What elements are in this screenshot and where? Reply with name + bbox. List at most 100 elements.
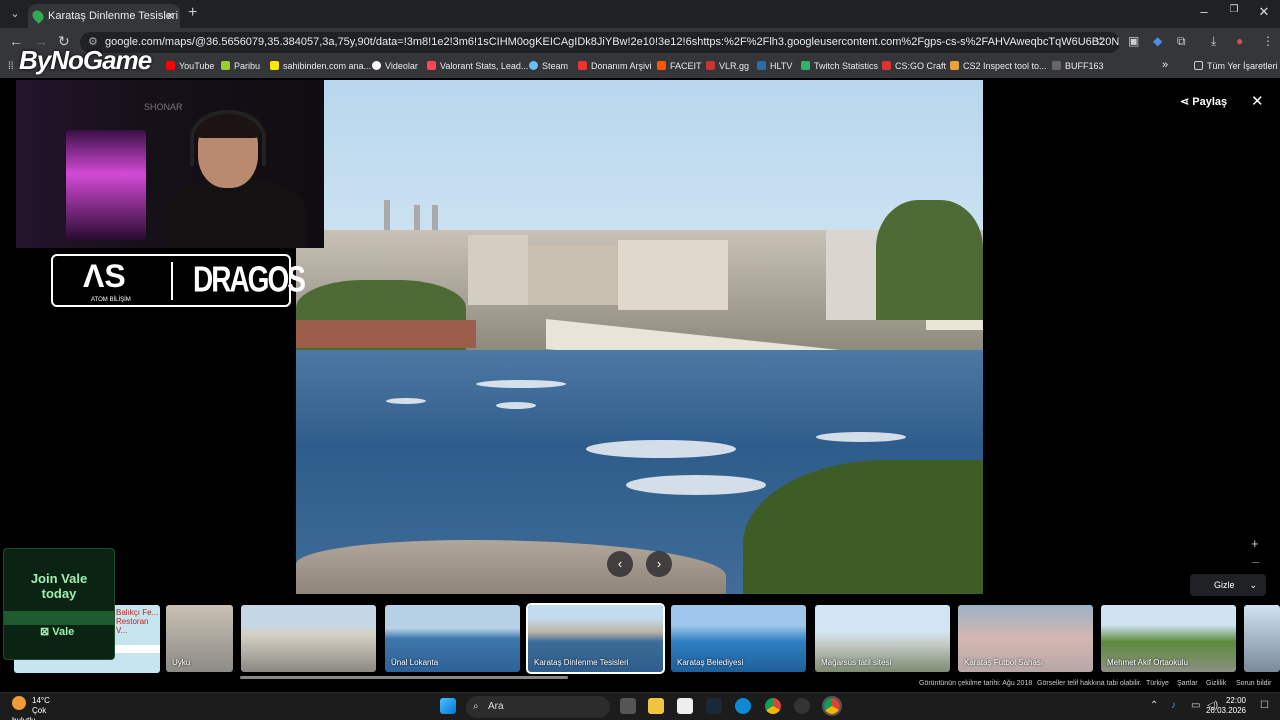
bookmark-videolar[interactable]: Videolar [372,61,418,71]
chrome-active-icon[interactable] [822,696,842,716]
window-close-button[interactable]: ✕ [1254,4,1274,20]
microphone-icon[interactable]: ♪ [1171,700,1176,711]
obs-icon[interactable] [794,698,810,714]
photo-thumbnail-selected[interactable]: Karataş Dinlenme Tesisleri [526,603,665,674]
store-icon[interactable] [677,698,693,714]
headset-icon [190,110,266,166]
tab-close-icon[interactable]: × [166,4,174,28]
menu-icon[interactable]: ⋮ [1262,34,1274,48]
file-explorer-icon[interactable] [648,698,664,714]
bookmark-steam[interactable]: Steam [529,61,568,71]
download-icon[interactable]: ⤓ [1211,34,1216,49]
url-text: google.com/maps/@36.5656079,35.384057,3a… [105,36,1120,48]
bookmark-youtube[interactable]: YouTube [166,61,214,71]
bookmark-paribu[interactable]: Paribu [221,61,260,71]
report-link[interactable]: Sorun bildir [1236,680,1271,687]
photo-thumbnail[interactable]: Mağarsus tatil sitesi [815,605,950,672]
vale-label: ⊠ Vale [40,626,75,638]
close-viewer-button[interactable]: ✕ [1251,92,1264,110]
all-bookmarks[interactable]: Tüm Yer İşaretleri [1194,61,1278,71]
edge-icon[interactable] [735,698,751,714]
task-view-icon[interactable] [620,698,636,714]
next-photo-button[interactable]: › [646,551,672,577]
sahibinden-icon [270,61,279,70]
extension-icon[interactable]: ▣ [1128,34,1139,48]
bookmark-cs2-inspect[interactable]: CS2 Inspect tool to... [950,61,1047,71]
chevron-down-icon: ⌄ [1249,580,1257,590]
weather-widget[interactable]: 14°C Çok bulutlu [12,696,52,720]
search-icon: ⌕ [473,701,479,712]
pc-case [66,130,146,240]
bookmark-star-icon[interactable]: ☆ [1095,34,1106,48]
folder-icon [1194,61,1203,70]
tab-strip: ⌄ Karataş Dinlenme Tesisleri - Go × + – … [0,0,1280,28]
bookmark-twitch-stats[interactable]: Twitch Statistics [801,61,878,71]
browser-toolbar: ← → ↻ ⚙ google.com/maps/@36.5656079,35.3… [0,28,1280,56]
apps-icon[interactable]: ⁞⁞ [8,61,14,72]
hltv-icon [757,61,766,70]
cs2-inspect-icon [950,61,959,70]
minimize-button[interactable]: – [1194,4,1214,19]
zoom-out-button[interactable]: – [1252,554,1259,569]
photo-thumbnail[interactable] [1244,605,1280,672]
bookmark-sahibinden[interactable]: sahibinden.com ana... [270,61,371,71]
profile-avatar-icon[interactable]: ● [1236,34,1243,48]
taskbar: 14°C Çok bulutlu ⌕ Ara ⌃ ♪ ▭ ◁) 22:00 26… [0,692,1280,720]
hide-thumbnails-button[interactable]: Gizle ⌄ [1190,574,1266,596]
extension-shield-icon[interactable]: ◆ [1153,34,1162,48]
new-tab-button[interactable]: + [188,4,197,22]
bookmark-valorant[interactable]: Valorant Stats, Lead... [427,61,528,71]
bookmarks-overflow-icon[interactable]: » [1162,59,1168,71]
chrome-icon[interactable] [765,698,781,714]
twitch-stats-icon [801,61,810,70]
valorant-icon [427,61,436,70]
paribu-icon [221,61,230,70]
csgo-craft-icon [882,61,891,70]
tab-title: Karataş Dinlenme Tesisleri - Go [48,10,180,22]
clock[interactable]: 22:00 26.03.2026 [1200,696,1246,716]
capture-date: Görüntünün çekilme tarihi: Ağu 2018 [919,680,1033,687]
vale-promo: Join Vale today ⊠ Vale [3,548,115,660]
bookmark-buff163[interactable]: BUFF163 [1052,61,1104,71]
videolar-icon [372,61,381,70]
webcam-overlay: SHONAR [16,80,324,248]
bookmark-faceit[interactable]: FACEIT [657,61,702,71]
photo-thumbnail[interactable]: Uyku [166,605,233,672]
bookmark-donanim[interactable]: Donanım Arşivi [578,61,652,71]
notifications-icon[interactable]: ☐ [1260,700,1269,711]
bookmark-csgo-craft[interactable]: CS:GO Craft [882,61,946,71]
faceit-icon [657,61,666,70]
photo-thumbnail[interactable] [241,605,376,672]
map-place-label: Balıkçı Fe... Restoran V... [116,608,159,635]
tray-overflow-icon[interactable]: ⌃ [1150,700,1158,711]
bookmark-hltv[interactable]: HLTV [757,61,792,71]
donanim-icon [578,61,587,70]
share-icon: ⋖ [1180,96,1193,108]
photo-thumbnail[interactable]: Ünal Lokanta [385,605,520,672]
zoom-in-button[interactable]: + [1251,536,1259,551]
restore-button[interactable]: ❐ [1224,4,1244,15]
buff163-icon [1052,61,1061,70]
bookmarks-bar: ⁞⁞ YouTube Paribu sahibinden.com ana... … [0,56,1280,78]
country-link[interactable]: Türkiye [1146,680,1169,687]
tab-search-button[interactable]: ⌄ [6,5,24,23]
photo-thumbnail[interactable]: Karataş Belediyesi [671,605,806,672]
vlr-icon [706,61,715,70]
photo-thumbnail[interactable]: Karataş Futbol Sahası [958,605,1093,672]
weather-icon [12,696,26,710]
previous-photo-button[interactable]: ‹ [607,551,633,577]
thumbnail-scrollbar[interactable] [240,676,568,679]
address-bar[interactable]: ⚙ google.com/maps/@36.5656079,35.384057,… [80,32,1120,53]
photo-thumbnail[interactable]: Mehmet Akif Ortaokulu [1101,605,1236,672]
privacy-link[interactable]: Gizlilik [1206,680,1226,687]
street-photo[interactable]: ‹ › [296,80,983,594]
bookmark-vlr[interactable]: VLR.gg [706,61,749,71]
taskbar-search[interactable]: ⌕ Ara [466,696,610,718]
start-icon[interactable] [440,698,456,714]
copyright-note: Görseller telif hakkına tabi olabilir. [1037,680,1142,687]
extensions-puzzle-icon[interactable]: ⧉ [1177,34,1186,49]
tab-active[interactable]: Karataş Dinlenme Tesisleri - Go × [28,4,180,28]
steam-taskbar-icon[interactable] [706,698,722,714]
terms-link[interactable]: Şartlar [1177,680,1198,687]
share-button[interactable]: ⋖ Paylaş [1180,95,1227,108]
